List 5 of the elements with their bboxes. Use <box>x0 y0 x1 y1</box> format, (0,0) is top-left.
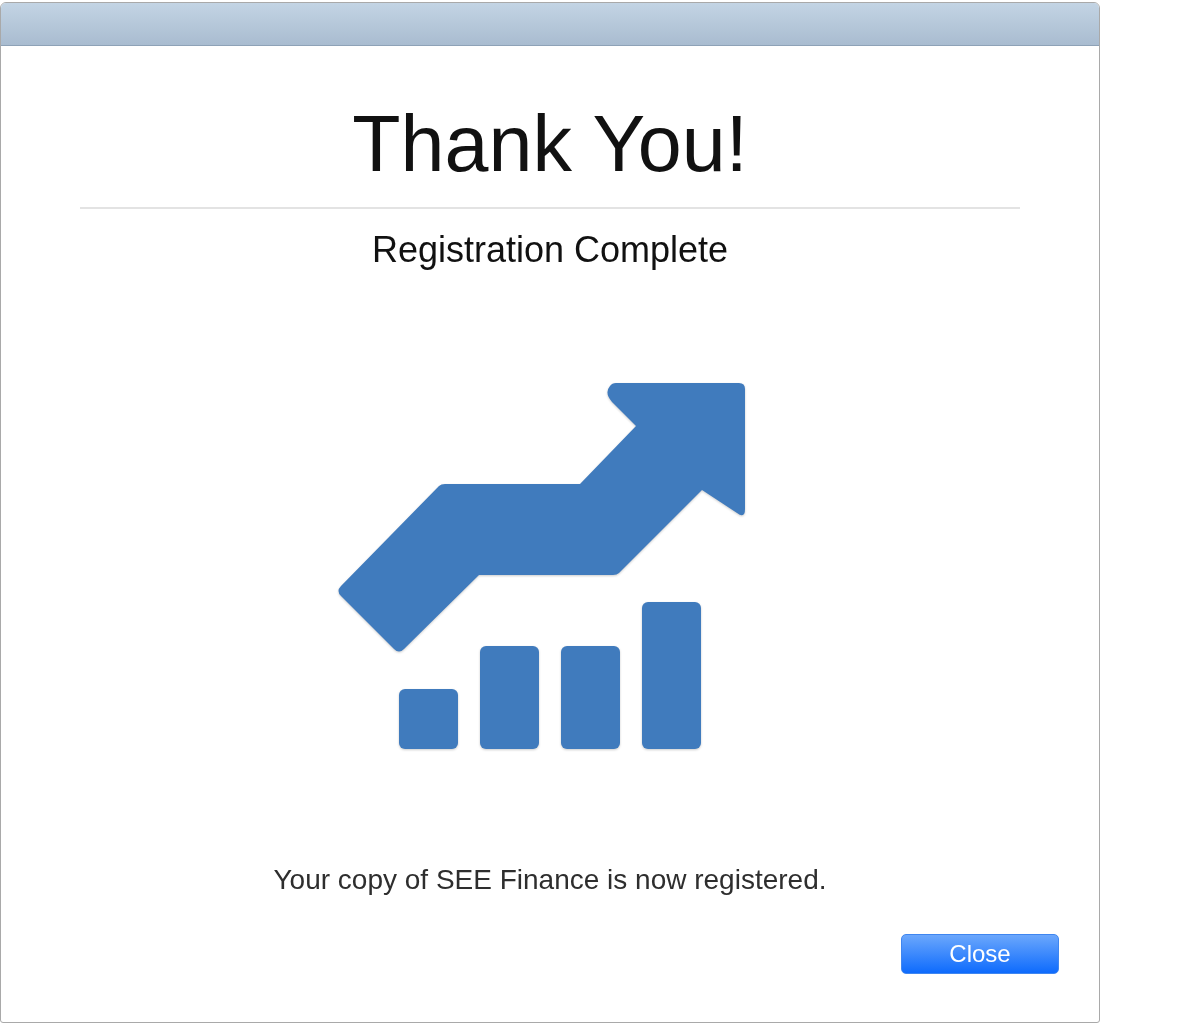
close-button[interactable]: Close <box>901 934 1059 974</box>
subheading: Registration Complete <box>371 232 729 268</box>
heading: Thank You! <box>352 104 748 183</box>
message-text: Your copy of SEE Finance is now registered. <box>273 866 827 894</box>
chart-bar <box>399 689 458 749</box>
